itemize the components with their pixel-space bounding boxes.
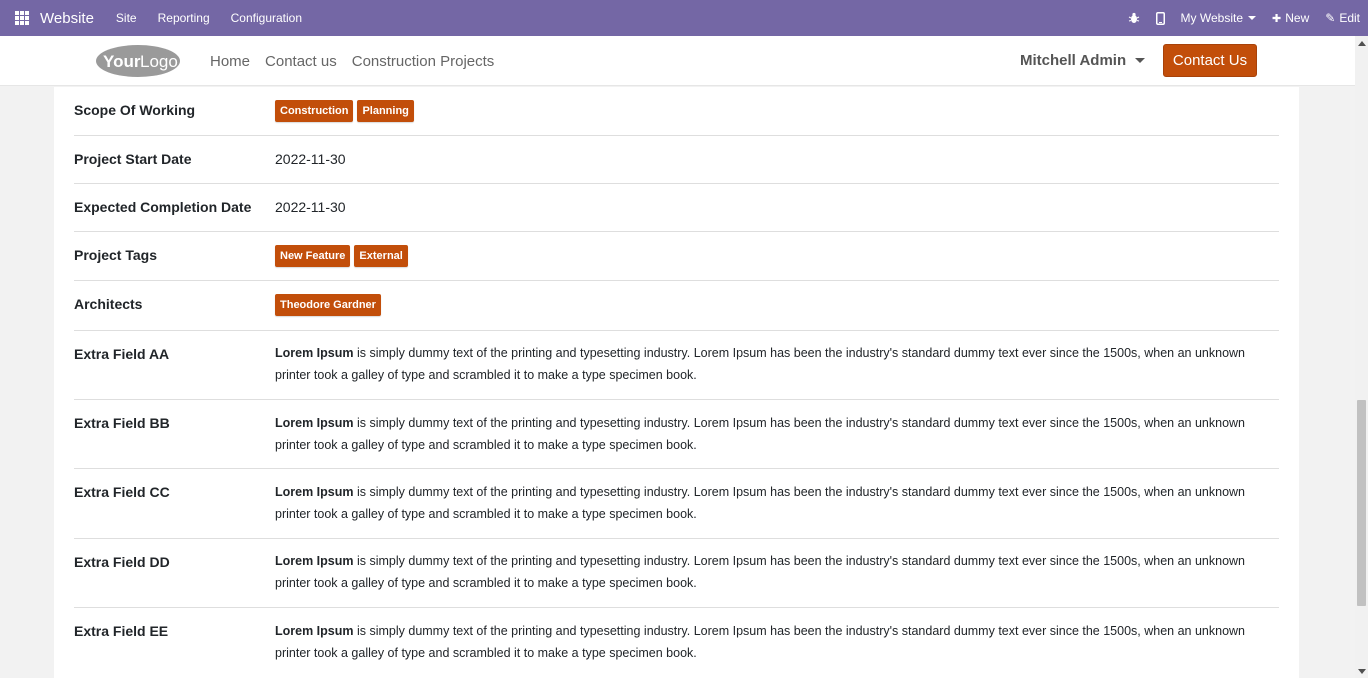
field-label: Extra Field CC bbox=[74, 484, 170, 500]
menu-site[interactable]: Site bbox=[116, 11, 137, 25]
website-switcher-label: My Website bbox=[1180, 11, 1244, 25]
field-value-tags: Construction Planning bbox=[275, 100, 418, 122]
tag-badge: Construction bbox=[275, 100, 354, 122]
text-line-1: is simply dummy text of the printing and… bbox=[353, 554, 1246, 568]
plus-icon: ✚ bbox=[1272, 12, 1282, 25]
odoo-navbar: Website Site Reporting Configuration My … bbox=[0, 0, 1368, 36]
field-row-extra-bb: Extra Field BB Lorem Ipsum is simply dum… bbox=[74, 400, 1279, 469]
menu-reporting[interactable]: Reporting bbox=[158, 11, 210, 25]
field-value-text: Lorem Ipsum is simply dummy text of the … bbox=[275, 482, 1275, 525]
field-value-tags: New Feature External bbox=[275, 245, 412, 267]
field-value: 2022-11-30 bbox=[275, 151, 346, 167]
field-value-tags: Theodore Gardner bbox=[275, 294, 385, 316]
website-header: Your Logo Home Contact us Construction P… bbox=[0, 36, 1355, 86]
nav-contact-us[interactable]: Contact us bbox=[265, 53, 337, 70]
app-brand[interactable]: Website bbox=[40, 10, 94, 27]
text-line-2: printer took a galley of type and scramb… bbox=[275, 575, 697, 590]
field-row-scope: Scope Of Working Construction Planning bbox=[74, 87, 1279, 136]
site-logo[interactable]: Your Logo bbox=[95, 44, 182, 78]
text-bold-lead: Lorem Ipsum bbox=[275, 346, 354, 360]
logo-your-text: Your bbox=[103, 52, 141, 71]
field-row-architects: Architects Theodore Gardner bbox=[74, 281, 1279, 331]
scroll-down-arrow-icon[interactable] bbox=[1358, 669, 1366, 674]
text-bold-lead: Lorem Ipsum bbox=[275, 554, 354, 568]
text-line-1: is simply dummy text of the printing and… bbox=[353, 416, 1246, 430]
field-row-extra-ee: Extra Field EE Lorem Ipsum is simply dum… bbox=[74, 608, 1279, 678]
pencil-icon: ✎ bbox=[1325, 11, 1336, 25]
scroll-up-arrow-icon[interactable] bbox=[1358, 41, 1366, 46]
mobile-preview-icon[interactable] bbox=[1155, 11, 1165, 25]
new-label: New bbox=[1285, 11, 1310, 25]
user-name: Mitchell Admin bbox=[1020, 52, 1127, 69]
field-label: Extra Field BB bbox=[74, 415, 170, 431]
text-line-2: printer took a galley of type and scramb… bbox=[275, 437, 697, 452]
field-row-extra-cc: Extra Field CC Lorem Ipsum is simply dum… bbox=[74, 469, 1279, 539]
field-row-start-date: Project Start Date 2022-11-30 bbox=[74, 136, 1279, 184]
field-label: Extra Field AA bbox=[74, 346, 170, 362]
field-row-completion-date: Expected Completion Date 2022-11-30 bbox=[74, 184, 1279, 232]
page-scrollbar[interactable] bbox=[1355, 36, 1368, 678]
field-value-text: Lorem Ipsum is simply dummy text of the … bbox=[275, 551, 1275, 594]
tag-badge: New Feature bbox=[275, 245, 351, 267]
field-label: Extra Field EE bbox=[74, 623, 169, 639]
field-value-text: Lorem Ipsum is simply dummy text of the … bbox=[275, 413, 1275, 456]
field-row-extra-dd: Extra Field DD Lorem Ipsum is simply dum… bbox=[74, 539, 1279, 608]
chevron-down-icon bbox=[1248, 16, 1257, 20]
text-bold-lead: Lorem Ipsum bbox=[275, 485, 354, 499]
nav-home[interactable]: Home bbox=[210, 53, 250, 70]
tag-badge: Theodore Gardner bbox=[275, 294, 381, 316]
apps-menu-icon[interactable] bbox=[15, 11, 29, 25]
text-line-1: is simply dummy text of the printing and… bbox=[353, 624, 1246, 638]
text-bold-lead: Lorem Ipsum bbox=[275, 416, 354, 430]
field-row-project-tags: Project Tags New Feature External bbox=[74, 232, 1279, 281]
tag-badge: Planning bbox=[357, 100, 414, 122]
tag-badge: External bbox=[354, 245, 408, 267]
chevron-down-icon bbox=[1135, 58, 1146, 63]
field-value-text: Lorem Ipsum is simply dummy text of the … bbox=[275, 343, 1275, 386]
edit-label: Edit bbox=[1339, 11, 1360, 25]
contact-us-button[interactable]: Contact Us bbox=[1163, 44, 1257, 77]
user-menu[interactable]: Mitchell Admin bbox=[1020, 52, 1146, 69]
project-details: Scope Of Working Construction Planning Pr… bbox=[54, 87, 1299, 678]
menu-configuration[interactable]: Configuration bbox=[231, 11, 302, 25]
site-nav: Home Contact us Construction Projects bbox=[210, 36, 509, 86]
field-label: Project Tags bbox=[74, 247, 157, 263]
field-label: Architects bbox=[74, 296, 143, 312]
edit-button[interactable]: ✎ Edit bbox=[1325, 11, 1360, 25]
field-value-text: Lorem Ipsum is simply dummy text of the … bbox=[275, 621, 1275, 664]
text-line-2: printer took a galley of type and scramb… bbox=[275, 645, 697, 660]
text-line-1: is simply dummy text of the printing and… bbox=[353, 346, 1246, 360]
nav-construction-projects[interactable]: Construction Projects bbox=[352, 53, 495, 70]
logo-logo-text: Logo bbox=[140, 52, 178, 71]
field-label: Project Start Date bbox=[74, 151, 192, 167]
scrollbar-thumb[interactable] bbox=[1357, 400, 1366, 606]
text-line-1: is simply dummy text of the printing and… bbox=[353, 485, 1246, 499]
field-label: Scope Of Working bbox=[74, 102, 196, 118]
field-label: Extra Field DD bbox=[74, 554, 170, 570]
text-line-2: printer took a galley of type and scramb… bbox=[275, 367, 697, 382]
field-value: 2022-11-30 bbox=[275, 199, 346, 215]
text-line-2: printer took a galley of type and scramb… bbox=[275, 506, 697, 521]
new-button[interactable]: ✚ New bbox=[1272, 11, 1309, 25]
field-label: Expected Completion Date bbox=[74, 199, 252, 215]
text-bold-lead: Lorem Ipsum bbox=[275, 624, 354, 638]
field-row-extra-aa: Extra Field AA Lorem Ipsum is simply dum… bbox=[74, 331, 1279, 400]
debug-bug-icon[interactable] bbox=[1128, 12, 1140, 24]
website-switcher[interactable]: My Website bbox=[1180, 11, 1257, 25]
